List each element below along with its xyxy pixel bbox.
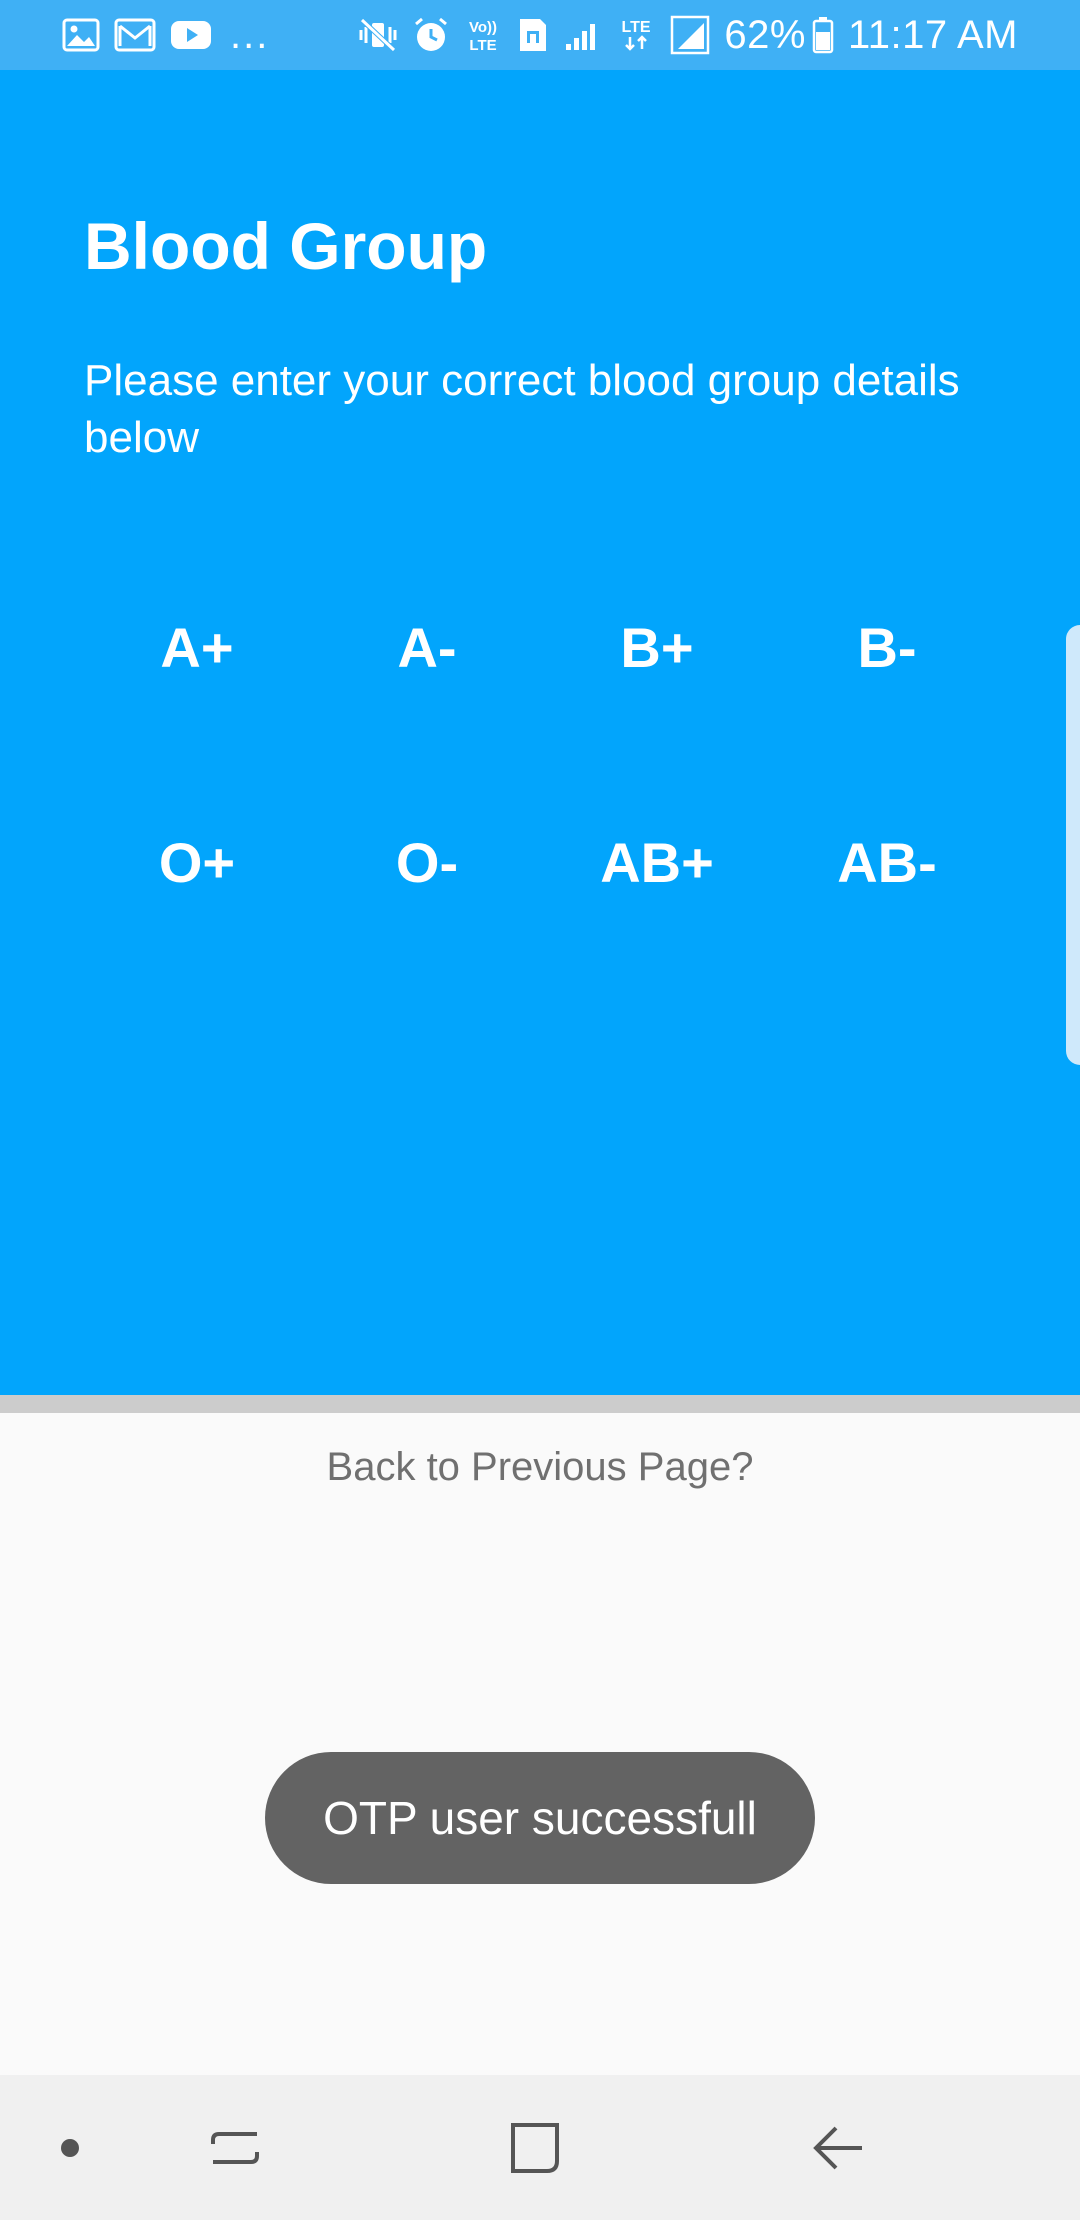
lte-icon: LTE bbox=[616, 15, 656, 55]
status-bar: ... Vo)) LTE LTE 62% 11:17 AM bbox=[0, 0, 1080, 70]
blood-group-o-negative[interactable]: O- bbox=[312, 755, 542, 970]
gallery-icon bbox=[62, 18, 100, 52]
blood-group-a-positive[interactable]: A+ bbox=[82, 540, 312, 755]
status-bar-right: Vo)) LTE LTE 62% 11:17 AM bbox=[344, 13, 1018, 58]
sim-icon bbox=[516, 17, 550, 53]
notification-overflow: ... bbox=[230, 12, 270, 57]
toast-message: OTP user successfull bbox=[265, 1752, 815, 1884]
dot-icon[interactable] bbox=[40, 2075, 100, 2220]
battery-percent: 62% bbox=[724, 12, 806, 57]
gmail-icon bbox=[114, 18, 156, 52]
signal-icon bbox=[564, 18, 602, 52]
blood-group-b-negative[interactable]: B- bbox=[772, 540, 1002, 755]
home-icon[interactable] bbox=[490, 2075, 580, 2220]
page-subtitle: Please enter your correct blood group de… bbox=[84, 356, 960, 462]
svg-text:Vo)): Vo)) bbox=[469, 19, 497, 36]
blood-group-b-positive[interactable]: B+ bbox=[542, 540, 772, 755]
blood-group-grid: A+ A- B+ B- O+ O- AB+ AB- bbox=[82, 540, 1002, 970]
signal-2-icon bbox=[670, 15, 710, 55]
blood-group-ab-negative[interactable]: AB- bbox=[772, 755, 1002, 970]
blood-group-a-negative[interactable]: A- bbox=[312, 540, 542, 755]
youtube-icon bbox=[170, 20, 212, 50]
status-bar-left: ... bbox=[62, 13, 269, 58]
page-title: Blood Group bbox=[84, 209, 488, 283]
alarm-icon bbox=[412, 16, 450, 54]
section-divider bbox=[0, 1395, 1080, 1413]
back-icon[interactable] bbox=[795, 2075, 885, 2220]
volte-icon: Vo)) LTE bbox=[464, 15, 502, 55]
navigation-bar bbox=[0, 2075, 1080, 2220]
edge-panel-handle[interactable] bbox=[1066, 625, 1080, 1065]
svg-text:LTE: LTE bbox=[622, 19, 651, 36]
svg-text:LTE: LTE bbox=[470, 37, 497, 54]
mute-vibrate-icon bbox=[358, 17, 398, 53]
battery-icon bbox=[812, 16, 834, 54]
blood-group-ab-positive[interactable]: AB+ bbox=[542, 755, 772, 970]
blood-group-o-positive[interactable]: O+ bbox=[82, 755, 312, 970]
recent-apps-icon[interactable] bbox=[190, 2075, 280, 2220]
clock: 11:17 AM bbox=[847, 12, 1018, 57]
back-to-previous-link[interactable]: Back to Previous Page? bbox=[0, 1445, 1080, 1490]
blood-group-panel: Blood Group Please enter your correct bl… bbox=[0, 70, 1080, 1395]
